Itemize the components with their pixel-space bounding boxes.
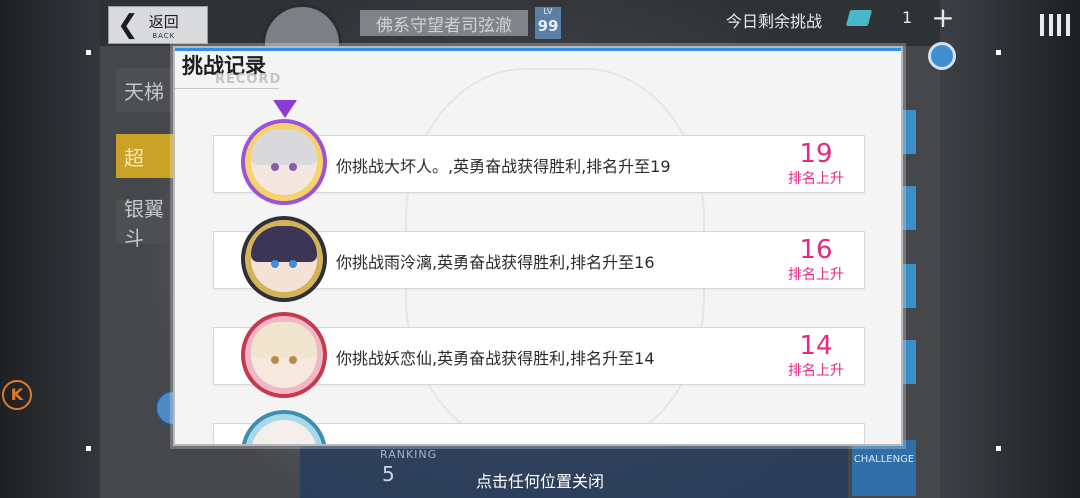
right-side-button-4[interactable] bbox=[902, 340, 916, 384]
player-name: 佛系守望者司弦澈 bbox=[360, 10, 528, 36]
rank-change-label: 排名上升 bbox=[788, 267, 844, 283]
rank-change-label: 排名上升 bbox=[788, 363, 844, 379]
back-label-group: 返回 BACK bbox=[149, 11, 179, 40]
challenge-record-dialog: 挑战记录 RECORD 你挑战大坏人。,英勇奋战获得胜利,排名升至19 19 排… bbox=[173, 46, 903, 446]
tab-super[interactable]: 超 bbox=[116, 134, 178, 178]
record-text: 你挑战雨泠漓,英勇奋战获得胜利,排名升至16 bbox=[336, 253, 655, 272]
opponent-avatar bbox=[241, 410, 327, 444]
back-button[interactable]: ❮ 返回 BACK bbox=[108, 6, 208, 44]
add-challenge-button[interactable]: + bbox=[930, 4, 956, 32]
tab-silverwing[interactable]: 银翼斗 bbox=[116, 197, 178, 250]
gear-icon[interactable] bbox=[928, 42, 956, 70]
rank-change-label: 排名上升 bbox=[788, 171, 844, 187]
record-text: 你挑战妖恋仙,英勇奋战获得胜利,排名升至14 bbox=[336, 349, 655, 368]
k-icon[interactable]: K bbox=[2, 380, 32, 410]
right-panel-background bbox=[940, 0, 1080, 498]
back-label: 返回 bbox=[148, 12, 179, 31]
ranking-label: RANKING bbox=[380, 448, 438, 461]
level-prefix: LV bbox=[543, 7, 553, 16]
opponent-avatar bbox=[241, 216, 327, 302]
close-hint: 点击任何位置关闭 bbox=[475, 472, 604, 491]
remaining-challenges-label: 今日剩余挑战 bbox=[726, 12, 823, 31]
record-list[interactable]: 你挑战大坏人。,英勇奋战获得胜利,排名升至19 19 排名上升 你挑战雨泠漓,英… bbox=[175, 48, 901, 444]
right-side-button-2[interactable] bbox=[902, 186, 916, 230]
level-badge: LV 99 bbox=[535, 7, 561, 39]
crown-icon bbox=[273, 100, 297, 118]
remaining-challenges-count: 1 bbox=[902, 8, 913, 27]
rank-value: 14 bbox=[799, 331, 833, 361]
left-panel-background bbox=[0, 0, 100, 498]
opponent-avatar bbox=[241, 312, 327, 398]
corner-marker bbox=[86, 446, 91, 451]
ticket-icon bbox=[845, 10, 873, 26]
menu-icon[interactable] bbox=[1040, 14, 1070, 36]
corner-marker bbox=[996, 446, 1001, 451]
corner-marker bbox=[86, 50, 91, 55]
back-sublabel: BACK bbox=[152, 31, 176, 40]
back-arrow-icon: ❮ bbox=[117, 10, 139, 40]
rank-value: 16 bbox=[799, 235, 833, 265]
rank-value: 19 bbox=[799, 139, 833, 169]
right-side-button-1[interactable] bbox=[902, 110, 916, 154]
right-side-button-3[interactable] bbox=[902, 264, 916, 308]
tab-ladder[interactable]: 天梯 bbox=[116, 68, 178, 112]
corner-marker bbox=[996, 50, 1001, 55]
level-value: 99 bbox=[537, 17, 559, 35]
record-text: 你挑战大坏人。,英勇奋战获得胜利,排名升至19 bbox=[336, 157, 671, 176]
opponent-avatar bbox=[241, 119, 327, 205]
